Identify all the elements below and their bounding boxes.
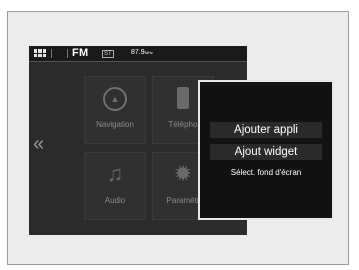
audio-source: FM [72, 47, 89, 59]
divider [51, 49, 52, 58]
select-wallpaper-option[interactable]: Sélect. fond d'écran [210, 166, 322, 179]
frequency-readout: 87.9MHz [131, 49, 153, 56]
context-menu-popup: Ajouter appli Ajout widget Sélect. fond … [198, 80, 334, 220]
add-widget-option[interactable]: Ajout widget [210, 144, 322, 160]
tile-label: Audio [104, 196, 126, 205]
navigation-icon: ▲ [103, 87, 127, 111]
stereo-badge: ST [102, 50, 114, 58]
music-note-icon: ♫ [106, 161, 124, 186]
tile-audio[interactable]: ♫ Audio [84, 152, 146, 220]
add-app-option[interactable]: Ajouter appli [210, 122, 322, 138]
gear-icon: ✹ [173, 161, 193, 186]
divider [67, 49, 68, 58]
home-menu-icon[interactable] [34, 49, 46, 57]
phone-icon [177, 87, 189, 109]
scroll-left-arrow[interactable]: « [33, 134, 44, 154]
tile-label: Navigation [96, 120, 134, 129]
tile-navigation[interactable]: ▲ Navigation [84, 76, 146, 144]
page-indicator [159, 226, 213, 235]
status-bar: FM ST 87.9MHz [29, 46, 247, 62]
